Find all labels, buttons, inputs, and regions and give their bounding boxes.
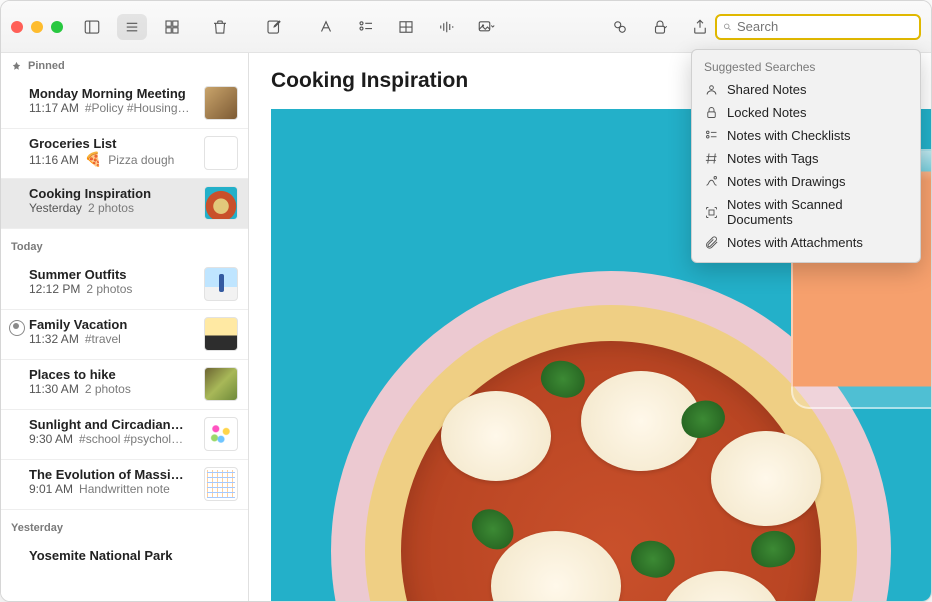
note-title: The Evolution of Massi…	[29, 467, 196, 482]
format-button[interactable]	[311, 14, 341, 40]
note-title: Summer Outfits	[29, 267, 196, 282]
note-preview: 2 photos	[85, 382, 131, 396]
dropdown-title: Suggested Searches	[692, 56, 920, 78]
note-item-groceries[interactable]: Groceries List 11:16 AM 🍕 Pizza dough	[1, 129, 248, 179]
suggestion-tags[interactable]: Notes with Tags	[692, 147, 920, 170]
delete-note-button[interactable]	[205, 14, 235, 40]
note-thumbnail	[204, 367, 238, 401]
note-thumbnail	[204, 317, 238, 351]
note-preview: 2 photos	[88, 201, 134, 215]
notes-window: Suggested Searches Shared Notes Locked N…	[0, 0, 932, 602]
note-time: 12:12 PM	[29, 282, 80, 296]
note-item-monday-meeting[interactable]: Monday Morning Meeting 11:17 AM #Policy #…	[1, 79, 248, 129]
note-preview: Pizza dough	[108, 153, 174, 167]
note-item-sunlight-circadian[interactable]: Sunlight and Circadian… 9:30 AM #school #…	[1, 410, 248, 460]
share-button[interactable]	[685, 14, 715, 40]
search-input[interactable]	[737, 19, 913, 34]
note-thumbnail	[204, 417, 238, 451]
note-thumbnail	[204, 136, 238, 170]
pizza-icon: 🍕	[85, 151, 102, 168]
note-preview: #Policy #Housing…	[85, 101, 190, 115]
window-controls	[11, 21, 63, 33]
note-item-places-to-hike[interactable]: Places to hike 11:30 AM 2 photos	[1, 360, 248, 410]
search-field[interactable]	[715, 14, 921, 40]
suggestion-drawings[interactable]: Notes with Drawings	[692, 170, 920, 193]
new-note-button[interactable]	[259, 14, 289, 40]
note-item-evolution[interactable]: The Evolution of Massi… 9:01 AM Handwritt…	[1, 460, 248, 510]
note-title: Yosemite National Park	[29, 548, 238, 563]
suggestion-label: Notes with Checklists	[727, 128, 851, 143]
note-title: Sunlight and Circadian…	[29, 417, 196, 432]
notes-list-sidebar: Pinned Monday Morning Meeting 11:17 AM #P…	[1, 53, 249, 601]
gallery-view-button[interactable]	[157, 14, 187, 40]
checklist-button[interactable]	[351, 14, 381, 40]
note-thumbnail	[204, 86, 238, 120]
suggestion-label: Notes with Attachments	[727, 235, 863, 250]
note-thumbnail	[204, 467, 238, 501]
note-title: Family Vacation	[29, 317, 196, 332]
suggestion-attachments[interactable]: Notes with Attachments	[692, 231, 920, 254]
note-title: Groceries List	[29, 136, 196, 151]
note-time: 11:17 AM	[29, 101, 79, 115]
note-title: Monday Morning Meeting	[29, 86, 196, 101]
note-time: 9:01 AM	[29, 482, 73, 496]
suggestion-locked-notes[interactable]: Locked Notes	[692, 101, 920, 124]
note-thumbnail	[204, 186, 238, 220]
note-time: 11:30 AM	[29, 382, 79, 396]
note-title: Cooking Inspiration	[29, 186, 196, 201]
suggested-searches-dropdown: Suggested Searches Shared Notes Locked N…	[691, 49, 921, 263]
note-item-cooking-inspiration[interactable]: Cooking Inspiration Yesterday 2 photos	[1, 179, 248, 229]
note-preview: Handwritten note	[79, 482, 170, 496]
note-thumbnail	[204, 267, 238, 301]
note-preview: #travel	[85, 332, 121, 346]
yesterday-section-header: Yesterday	[1, 510, 248, 541]
pinned-section-header: Pinned	[1, 53, 248, 79]
note-item-yosemite[interactable]: Yosemite National Park	[1, 541, 248, 571]
note-title: Places to hike	[29, 367, 196, 382]
titlebar	[1, 1, 931, 53]
note-time: 11:32 AM	[29, 332, 79, 346]
note-preview: #school #psychol…	[79, 432, 183, 446]
list-view-button[interactable]	[117, 14, 147, 40]
section-label: Pinned	[28, 60, 65, 72]
media-menu-button[interactable]	[471, 14, 501, 40]
note-time: Yesterday	[29, 201, 82, 215]
toggle-sidebar-button[interactable]	[77, 14, 107, 40]
note-preview: 2 photos	[86, 282, 132, 296]
suggestion-scanned[interactable]: Notes with Scanned Documents	[692, 193, 920, 231]
suggestion-shared-notes[interactable]: Shared Notes	[692, 78, 920, 101]
note-item-family-vacation[interactable]: Family Vacation 11:32 AM #travel	[1, 310, 248, 360]
suggestion-label: Notes with Tags	[727, 151, 819, 166]
lock-menu-button[interactable]	[645, 14, 675, 40]
note-time: 9:30 AM	[29, 432, 73, 446]
section-label: Today	[11, 241, 43, 253]
close-window-button[interactable]	[11, 21, 23, 33]
table-button[interactable]	[391, 14, 421, 40]
suggestion-label: Shared Notes	[727, 82, 807, 97]
search-icon	[723, 20, 732, 34]
note-item-summer-outfits[interactable]: Summer Outfits 12:12 PM 2 photos	[1, 260, 248, 310]
today-section-header: Today	[1, 229, 248, 260]
suggestion-checklists[interactable]: Notes with Checklists	[692, 124, 920, 147]
suggestion-label: Notes with Drawings	[727, 174, 846, 189]
audio-button[interactable]	[431, 14, 461, 40]
note-time: 11:16 AM	[29, 153, 79, 167]
section-label: Yesterday	[11, 522, 63, 534]
link-button[interactable]	[605, 14, 635, 40]
suggestion-label: Notes with Scanned Documents	[727, 197, 908, 227]
zoom-window-button[interactable]	[51, 21, 63, 33]
minimize-window-button[interactable]	[31, 21, 43, 33]
suggestion-label: Locked Notes	[727, 105, 807, 120]
pin-icon	[11, 61, 22, 72]
